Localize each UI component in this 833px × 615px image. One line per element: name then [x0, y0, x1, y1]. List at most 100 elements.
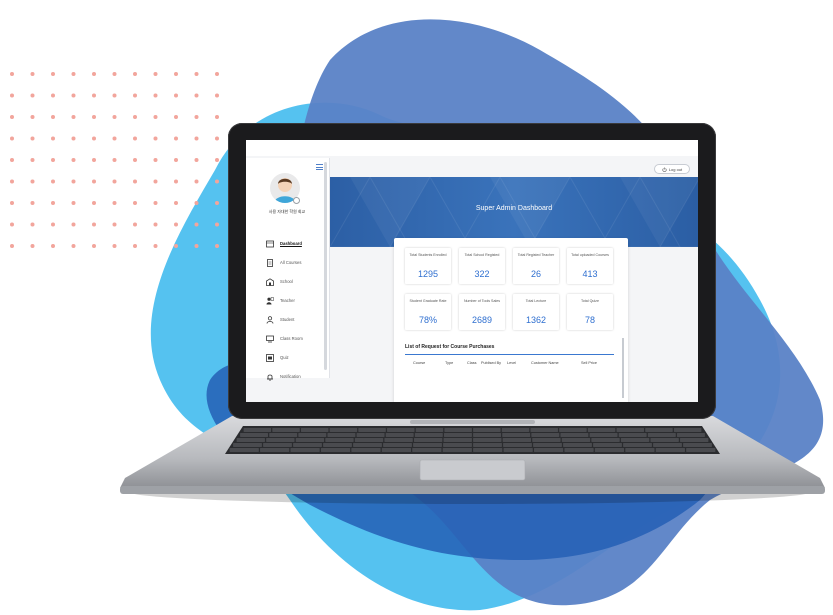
keyboard-key — [589, 433, 618, 437]
avatar-edit-badge[interactable] — [293, 197, 300, 204]
keyboard-key — [645, 428, 673, 432]
sidebar-item-class-room[interactable]: Class Room — [266, 329, 328, 348]
keyboard-key — [412, 448, 442, 452]
keyboard-key — [564, 448, 594, 452]
stat-card-uploaded-courses[interactable]: Total uploaded Courses 413 — [567, 248, 613, 284]
top-bar — [246, 140, 698, 156]
decoration-dot — [51, 222, 55, 227]
decoration-dot — [10, 179, 14, 184]
stat-value: 26 — [530, 269, 541, 279]
decoration-dot — [112, 179, 117, 184]
decoration-dot — [153, 244, 158, 248]
column-header[interactable]: Publised By — [481, 361, 501, 365]
sidebar-item-teacher[interactable]: Teacher — [266, 291, 328, 310]
sidebar-item-label: All Courses — [280, 260, 302, 265]
sidebar-item-dashboard[interactable]: Dashboard — [266, 234, 328, 253]
keyboard-key — [415, 428, 444, 432]
dashboard-icon — [266, 240, 274, 248]
decoration-dot — [51, 179, 55, 184]
power-icon — [662, 167, 667, 172]
stat-card-school-registed[interactable]: Total School Registed 322 — [459, 248, 505, 284]
keyboard-key — [473, 448, 503, 452]
logout-button[interactable]: Log out — [654, 164, 690, 174]
stat-label: Total Lecture — [525, 299, 547, 303]
decoration-dot — [153, 179, 158, 184]
keyboard-key — [229, 448, 259, 452]
decoration-dot — [92, 222, 96, 227]
stat-card-total-lecture[interactable]: Total Lecture 1362 — [513, 294, 559, 330]
stats-card: Total Students Enrolled 1295 Total Schoo… — [394, 238, 628, 402]
decoration-dot — [194, 222, 199, 227]
stat-value: 413 — [582, 269, 598, 279]
stat-card-total-quize[interactable]: Total Quize 78 — [567, 294, 613, 330]
decoration-dot — [10, 136, 14, 141]
decoration-dot — [71, 93, 76, 98]
decoration-dot — [30, 222, 35, 227]
keyboard-key — [473, 433, 502, 437]
sidebar-item-label: Notification — [280, 374, 301, 379]
decoration-dot — [10, 201, 14, 205]
column-header[interactable]: Sell Price — [581, 361, 597, 365]
column-header[interactable]: Course — [413, 361, 425, 365]
hamburger-menu-icon[interactable] — [316, 164, 323, 170]
content-scrollbar[interactable] — [622, 338, 624, 398]
decoration-dot — [133, 179, 137, 184]
decoration-dot — [71, 222, 76, 227]
decoration-dot — [215, 136, 219, 141]
keyboard-key — [414, 433, 443, 437]
column-header[interactable]: Type — [445, 361, 453, 365]
column-header[interactable]: Level — [507, 361, 516, 365]
decoration-dot — [112, 136, 117, 141]
keyboard-key — [623, 443, 652, 447]
document-icon — [266, 258, 274, 267]
keyboard-key — [240, 433, 269, 437]
decoration-dot — [174, 244, 178, 248]
keyboard-key — [620, 438, 650, 442]
sidebar-item-label: Dashboard — [280, 241, 302, 246]
column-header[interactable]: Customer Name — [531, 361, 559, 365]
keyboard-key — [236, 438, 265, 442]
sidebar-item-label: Teacher — [280, 298, 295, 303]
sidebar-menu: Dashboard All Courses School Teacher Stu… — [266, 234, 328, 386]
keyboard-key — [559, 428, 587, 432]
sidebar-item-notification[interactable]: Notification — [266, 367, 328, 386]
keyboard-key — [443, 433, 472, 437]
monitor-icon — [266, 335, 274, 343]
decoration-dot — [174, 222, 178, 227]
keyboard-key — [387, 428, 415, 432]
keyboard-key — [676, 433, 705, 437]
sidebar-item-all-courses[interactable]: All Courses — [266, 253, 328, 272]
decoration-dot — [92, 115, 96, 119]
keyboard-key — [503, 443, 532, 447]
decoration-dot — [153, 201, 158, 205]
keyboard-key — [290, 448, 320, 452]
decoration-dot — [112, 222, 117, 227]
decoration-dot — [133, 201, 137, 205]
stat-card-tools-sales[interactable]: Number of Tools Sales 2689 — [459, 294, 505, 330]
keyboard-key — [561, 438, 591, 442]
stat-value: 322 — [474, 269, 490, 279]
sidebar-item-quiz[interactable]: Quiz — [266, 348, 328, 367]
decoration-dot — [215, 201, 219, 205]
decoration-dot — [112, 93, 117, 98]
keyboard-key — [260, 448, 290, 452]
sidebar-item-student[interactable]: Student — [266, 310, 328, 329]
stat-card-registed-teacher[interactable]: Total Registed Teacher 26 — [513, 248, 559, 284]
stat-card-graduate-rate[interactable]: Student Graduate Rate 78% — [405, 294, 451, 330]
keyboard-key — [502, 438, 532, 442]
decoration-dot — [194, 136, 199, 141]
purchases-divider — [405, 354, 614, 355]
purchases-title: List of Request for Course Purchases — [405, 344, 495, 350]
keyboard-key — [673, 428, 702, 432]
decoration-dot — [51, 201, 55, 205]
keyboard-key — [443, 443, 472, 447]
decoration-dot — [174, 93, 178, 98]
keyboard-key — [533, 443, 562, 447]
stat-value: 2689 — [471, 315, 493, 325]
stat-card-students-enrolled[interactable]: Total Students Enrolled 1295 — [405, 248, 451, 284]
sidebar-item-school[interactable]: School — [266, 272, 328, 291]
keyboard-key — [532, 438, 561, 442]
stat-value: 1295 — [417, 269, 439, 279]
column-header[interactable]: Class — [467, 361, 477, 365]
stat-label: Total uploaded Courses — [571, 253, 609, 257]
